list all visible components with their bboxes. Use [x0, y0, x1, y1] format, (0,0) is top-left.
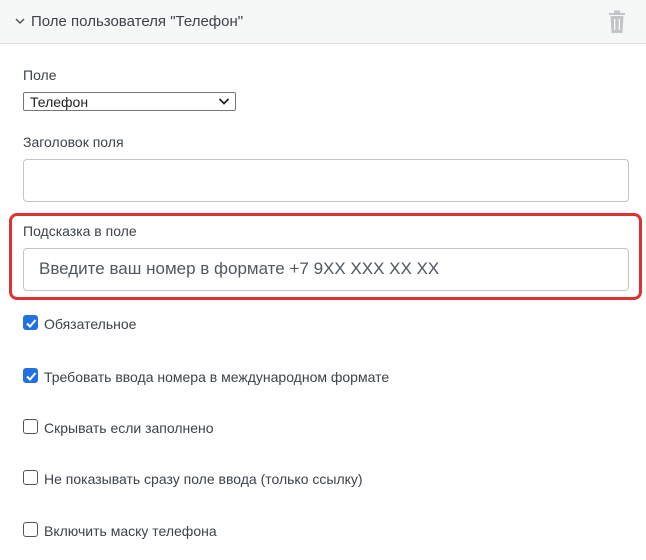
hide-if-filled-label: Скрывать если заполнено [44, 420, 214, 436]
link-only-checkbox[interactable] [23, 470, 38, 485]
chevron-down-icon [218, 98, 230, 105]
required-checkbox[interactable] [23, 315, 38, 330]
title-field-label: Заголовок поля [23, 134, 124, 150]
hint-field-input[interactable]: Введите ваш номер в формате +7 9XX XXX X… [23, 248, 629, 291]
field-select-value: Телефон [30, 94, 89, 110]
hide-if-filled-checkbox[interactable] [23, 419, 38, 434]
checkmark-icon [26, 372, 37, 381]
panel-header[interactable]: Поле пользователя "Телефон" [0, 0, 646, 44]
chevron-down-icon[interactable] [14, 15, 26, 27]
field-label: Поле [23, 67, 57, 83]
hint-field-value: Введите ваш номер в формате +7 9XX XXX X… [39, 259, 440, 278]
required-label: Обязательное [44, 316, 137, 332]
phone-mask-checkbox[interactable] [23, 522, 38, 537]
trash-icon[interactable] [607, 10, 627, 34]
checkmark-icon [26, 319, 37, 328]
phone-mask-label: Включить маску телефона [44, 523, 217, 539]
title-field-input[interactable] [23, 159, 629, 202]
international-format-checkbox[interactable] [23, 368, 38, 383]
panel-title: Поле пользователя "Телефон" [31, 13, 244, 30]
hint-field-label: Подсказка в поле [23, 223, 137, 239]
international-format-label: Требовать ввода номера в международном ф… [44, 369, 390, 385]
link-only-label: Не показывать сразу поле ввода (только с… [44, 471, 363, 487]
field-select[interactable]: Телефон [23, 92, 236, 111]
